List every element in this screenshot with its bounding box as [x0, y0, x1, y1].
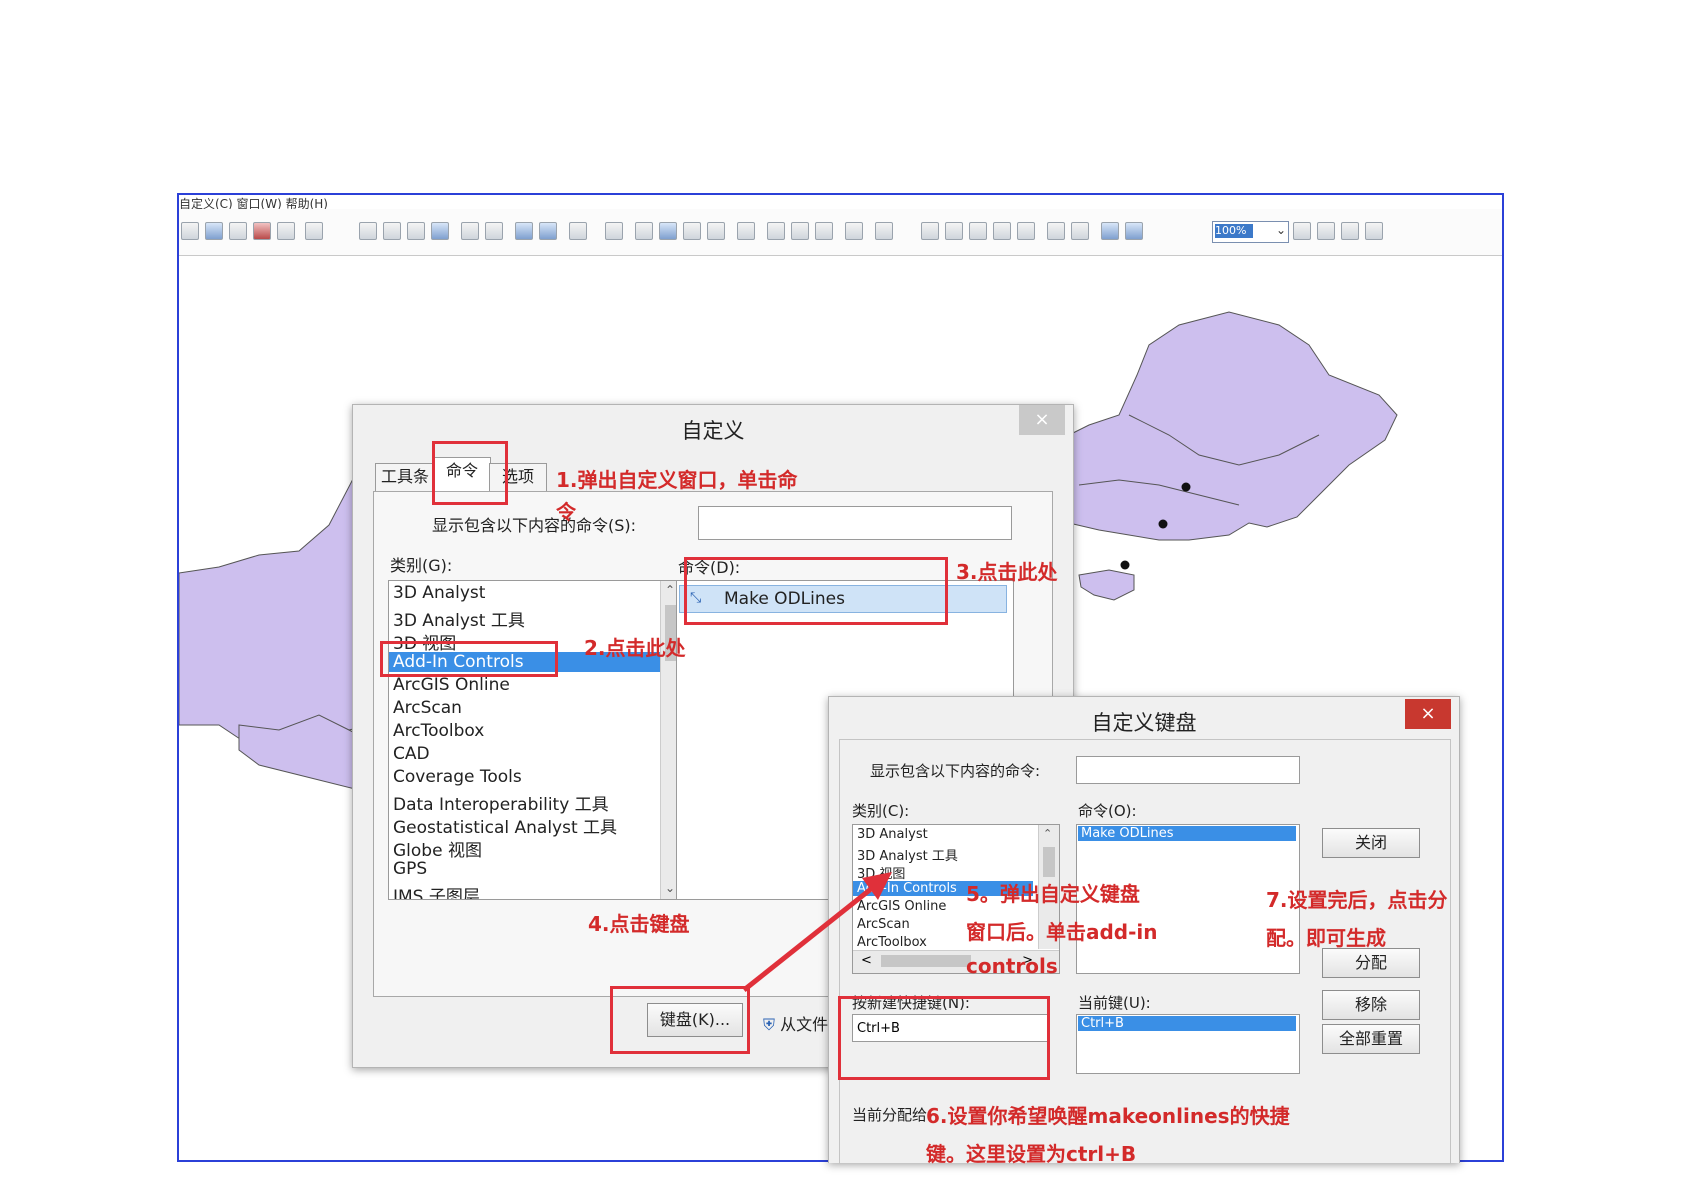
arrow-head-icon — [862, 872, 892, 900]
annotation-step-7b: 配。即可生成 — [1266, 926, 1386, 950]
annotation-step-6a: 6.设置你希望唤醒makeonlines的快捷 — [926, 1104, 1290, 1128]
annotation-step-5a: 5。弹出自定义键盘 — [966, 882, 1140, 906]
red-arrow — [742, 883, 878, 992]
annotation-step-6b: 键。这里设置为ctrl+B — [926, 1142, 1137, 1166]
annotation-step-1b: 令 — [556, 500, 576, 524]
annotation-step-4: 4.点击键盘 — [588, 912, 690, 936]
annotation-step-5b: 窗口后。单击add-in — [966, 920, 1158, 944]
annotation-step-2: 2.点击此处 — [584, 636, 686, 660]
annotation-step-1: 1.弹出自定义窗口，单击命 — [556, 468, 798, 492]
arrow-overlay — [742, 872, 892, 992]
annotation-step-3: 3.点击此处 — [956, 560, 1058, 584]
annotation-step-7a: 7.设置完后，点击分 — [1266, 888, 1448, 912]
annotation-step-5c: controls — [966, 954, 1058, 978]
